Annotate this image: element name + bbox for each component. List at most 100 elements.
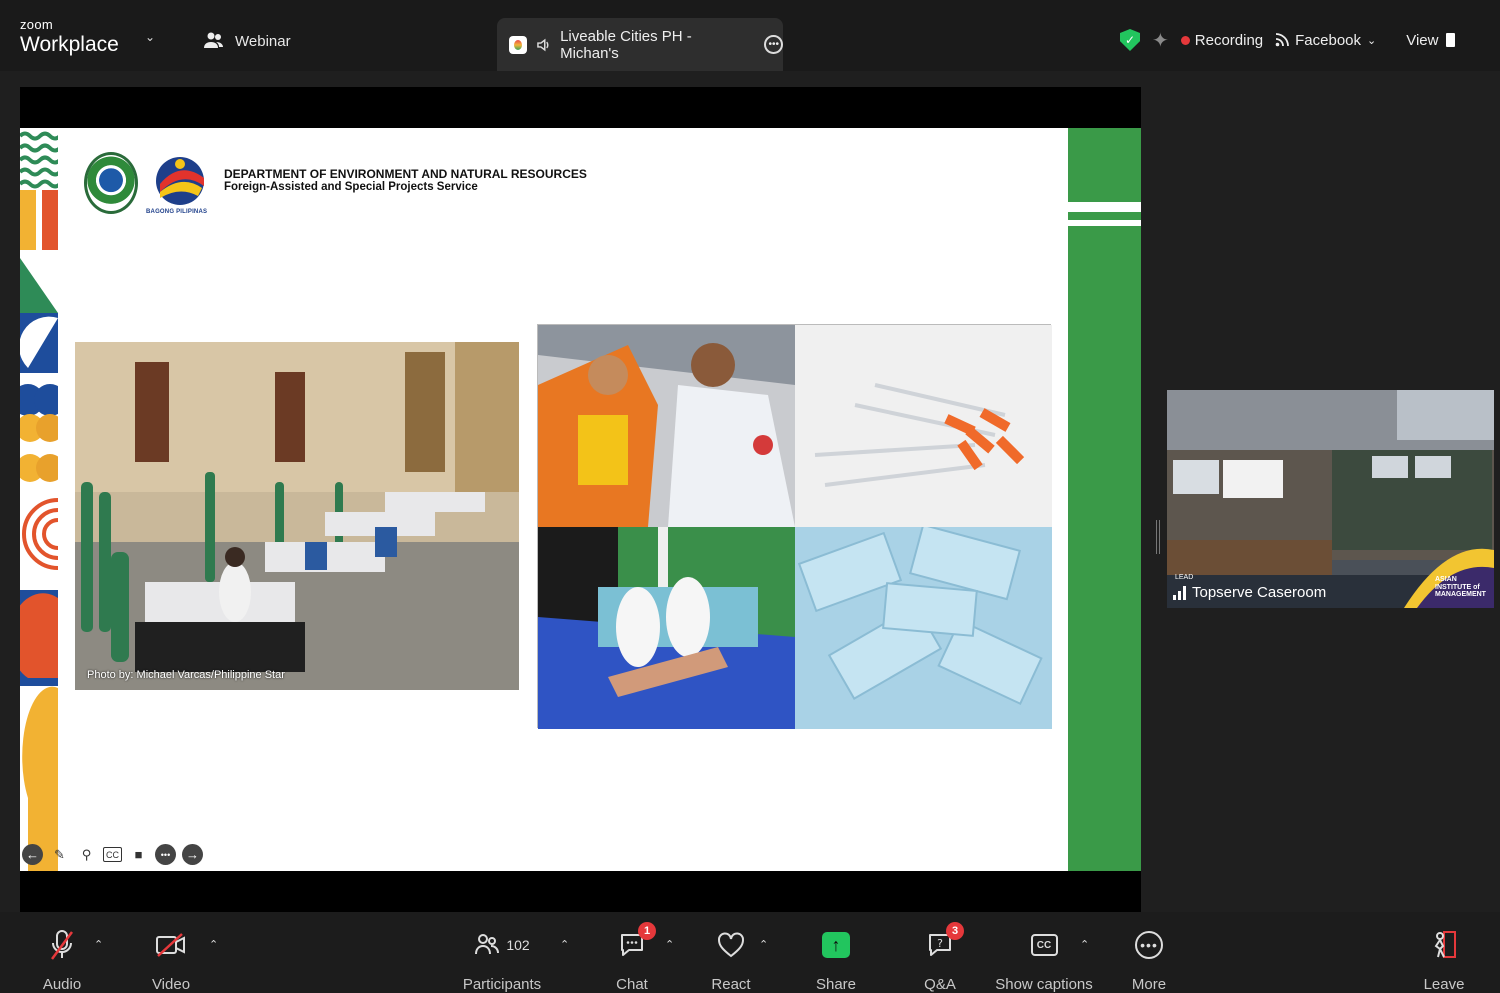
panel-resize-handle[interactable] [1156,520,1160,554]
hospital-ward-image [75,342,519,690]
webinar-indicator[interactable]: Webinar [203,31,291,51]
audio-options-chevron-icon[interactable]: ⌃ [94,938,103,951]
denr-logo [84,152,138,214]
heart-icon [716,928,746,962]
blood-draw-photo [538,527,795,729]
leave-label: Leave [1423,976,1465,993]
svg-text:?: ? [937,937,943,950]
department-heading: DEPARTMENT OF ENVIRONMENT AND NATURAL RE… [224,167,587,195]
qa-label: Q&A [924,976,956,993]
lead-label: LEAD [1175,574,1194,581]
syringes-photo [795,325,1052,527]
audio-button[interactable]: Audio [38,912,86,993]
qa-icon: ? 3 [926,922,964,962]
webinar-label: Webinar [235,32,291,50]
tab-title: Liveable Cities PH - Michan's [560,27,692,62]
speaker-icon [536,38,549,51]
dept-line1: DEPARTMENT OF ENVIRONMENT AND NATURAL RE… [224,167,587,181]
top-bar: zoom Workplace ⌄ Webinar Liveable Cities… [0,0,1500,71]
slide-green-bar [1068,128,1141,871]
more-options-icon[interactable]: ••• [155,844,176,865]
more-dots-icon[interactable]: ••• [764,35,783,54]
chat-options-chevron-icon[interactable]: ⌃ [665,938,674,951]
captions-options-chevron-icon[interactable]: ⌃ [1080,938,1089,951]
react-label: React [711,976,751,993]
participant-name: Topserve Caseroom [1173,584,1326,601]
qa-button[interactable]: ? 3 Q&A [920,912,964,993]
meeting-toolbar: Audio ⌃ Video ⌃ 102 Participants ⌃ 1 Cha… [0,912,1500,993]
audio-label: Audio [42,976,82,993]
leave-button[interactable]: Leave [1422,912,1466,993]
chat-label: Chat [616,976,648,993]
more-button[interactable]: ••• More [1128,912,1170,993]
participants-icon: 102 [474,928,530,962]
pen-icon[interactable]: ✎ [49,844,70,865]
previous-slide-icon[interactable]: ← [22,844,43,865]
video-label: Video [151,976,191,993]
more-label: More [1131,976,1167,993]
recording-label: Recording [1194,31,1264,49]
camera-icon[interactable]: ■ [128,844,149,865]
chevron-down-icon[interactable]: ⌄ [145,30,155,44]
security-shield-icon[interactable]: ✓ [1120,29,1140,51]
chat-button[interactable]: 1 Chat [612,912,656,993]
brand-big: Workplace [20,33,119,56]
webinar-logo-icon [509,35,527,54]
photo-collage [537,324,1052,729]
participant-name-label: Topserve Caseroom [1192,584,1327,601]
ai-sparkle-icon[interactable]: ✦ [1152,28,1169,53]
participants-label: Participants [462,976,542,993]
face-masks-photo [795,527,1052,729]
shared-screen: BAGONG PILIPINAS DEPARTMENT OF ENVIRONME… [20,87,1141,912]
view-button[interactable]: View [1406,31,1456,49]
photo-caption: Photo by: Michael Varcas/Philippine Star [87,669,285,681]
slide-toolbar: ← ✎ ⚲ CC ■ ••• → [22,844,203,865]
leave-icon [1430,928,1458,962]
speaker-video-thumbnail[interactable]: LEAD Topserve Caseroom ASIAN INSTITUTE o… [1167,390,1494,608]
qa-badge: 3 [946,922,964,940]
more-icon-wrap: ••• [1135,928,1163,962]
meeting-tab[interactable]: Liveable Cities PH - Michan's ••• [497,18,783,71]
participants-options-chevron-icon[interactable]: ⌃ [560,938,569,951]
recording-indicator[interactable]: Recording [1180,31,1264,49]
people-icon [204,32,223,48]
recording-dot-icon [1180,35,1190,45]
hospital-photo: Photo by: Michael Varcas/Philippine Star [75,342,519,690]
view-layout-icon [1446,33,1456,47]
show-captions-button[interactable]: CC Show captions [994,912,1094,993]
react-button[interactable]: React [710,912,752,993]
video-button[interactable]: Video [148,912,194,993]
captions-icon-wrap: CC [1030,928,1058,962]
video-off-icon [155,928,187,962]
participants-count: 102 [506,937,530,953]
live-stream-icon [1275,33,1290,47]
zoom-brand[interactable]: zoom Workplace [20,18,119,55]
share-button[interactable]: ↑ Share [814,912,858,993]
dept-line2: Foreign-Assisted and Special Projects Se… [224,181,478,194]
mic-muted-icon [49,928,75,962]
chat-icon: 1 [618,922,656,962]
green-bar-stripe [1068,220,1141,226]
zoom-magnifier-icon[interactable]: ⚲ [76,844,97,865]
view-label: View [1406,31,1439,49]
captions-label: Show captions [995,976,1093,993]
vaccination-photo [538,325,795,527]
aim-logo-text: ASIAN INSTITUTE of MANAGEMENT [1435,576,1486,599]
video-options-chevron-icon[interactable]: ⌃ [209,938,218,951]
chat-badge: 1 [638,922,656,940]
next-slide-icon[interactable]: → [182,844,203,865]
bagong-pilipinas-logo [156,157,204,205]
share-label: Share [815,976,857,993]
decorative-pattern [20,131,58,871]
subtitles-icon[interactable]: CC [103,847,122,862]
top-right-controls: ✓ ✦ Recording Facebook ⌄ View [1120,25,1456,55]
share-arrow-icon: ↑ [822,932,850,958]
facebook-live-button[interactable]: Facebook ⌄ [1275,32,1376,49]
react-options-chevron-icon[interactable]: ⌃ [759,938,768,951]
facebook-label: Facebook [1295,31,1362,49]
presentation-slide: BAGONG PILIPINAS DEPARTMENT OF ENVIRONME… [20,128,1141,871]
zoom-window: zoom Workplace ⌄ Webinar Liveable Cities… [0,0,1500,993]
participants-button[interactable]: 102 Participants [460,912,544,993]
signal-bars-icon [1173,585,1186,600]
captions-icon: CC [1030,934,1058,956]
